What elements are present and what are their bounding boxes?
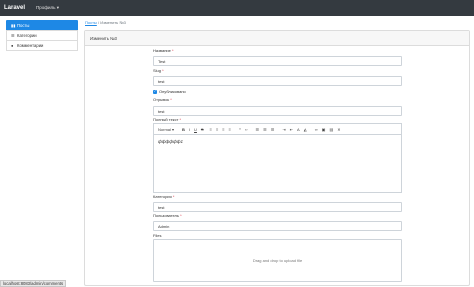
bullet-list-icon[interactable]: ☰ [256, 127, 260, 132]
user-select[interactable]: Admin [153, 221, 402, 231]
editor-toolbar: Normal ▾ B I U S ≡ ≡ ≡ ≡ " ‹› ☰ ☰ ☰ ⇥ ⇤ … [153, 123, 402, 135]
image-icon[interactable]: ▣ [322, 127, 326, 132]
category-select[interactable]: test [153, 202, 402, 212]
brand-logo[interactable]: Laravel [4, 5, 25, 11]
content-label: Полный текст * [153, 117, 182, 122]
top-navbar: Laravel Профиль ▾ [0, 0, 474, 16]
align-right-icon[interactable]: ≡ [222, 127, 224, 132]
category-label: Категория * [153, 194, 175, 199]
excerpt-input[interactable]: test [153, 106, 402, 116]
align-left-icon[interactable]: ≡ [210, 127, 212, 132]
italic-icon[interactable]: I [189, 127, 190, 132]
sidebar-item-label: Комментарии [17, 43, 44, 48]
sidebar-item-label: Посты [17, 23, 30, 28]
files-label: Files [153, 233, 162, 238]
list-icon: ☰ [11, 33, 15, 38]
user-label: Пользователь * [153, 213, 182, 218]
clean-format-icon[interactable]: ✕ [337, 127, 340, 132]
breadcrumb: Посты / Изменить №3 [85, 20, 126, 25]
breadcrumb-separator: / [97, 20, 100, 25]
status-url-bar: localhost:8083/admin/comments [0, 280, 67, 287]
code-icon[interactable]: ‹› [245, 127, 248, 132]
published-checkbox[interactable]: ✓ [153, 89, 157, 94]
breadcrumb-current: Изменить №3 [100, 20, 126, 25]
sidebar-item-comments[interactable]: ● Комментарии [6, 40, 78, 51]
dropzone-text: Drag and drop to upload file [252, 258, 303, 263]
content-editor[interactable]: фффффф1 [153, 135, 402, 193]
quote-icon[interactable]: " [239, 127, 241, 132]
slug-label: Slug * [153, 68, 164, 73]
breadcrumb-link-posts[interactable]: Посты [85, 20, 97, 25]
card-header: Изменить №3 [85, 31, 469, 46]
indent-icon[interactable]: ⇥ [282, 127, 285, 132]
title-input[interactable]: Test [153, 56, 402, 66]
book-icon: ▮▮ [11, 23, 16, 28]
sidebar: ▮▮ Посты ☰ Категории ● Комментарии [6, 20, 78, 51]
profile-dropdown[interactable]: Профиль ▾ [36, 5, 59, 11]
strike-icon[interactable]: S [201, 127, 204, 132]
title-label: Название * [153, 48, 174, 53]
align-justify-icon[interactable]: ≡ [229, 127, 231, 132]
text-color-icon[interactable]: A [297, 127, 300, 132]
checklist-icon[interactable]: ☰ [271, 127, 275, 132]
excerpt-label: Отрывок * [153, 97, 172, 102]
bold-icon[interactable]: B [182, 127, 185, 132]
user-icon: ● [11, 43, 14, 48]
slug-input[interactable]: test [153, 76, 402, 86]
heading-select[interactable]: Normal ▾ [158, 127, 174, 132]
ordered-list-icon[interactable]: ☰ [263, 127, 267, 132]
align-center-icon[interactable]: ≡ [216, 127, 218, 132]
file-dropzone[interactable]: Drag and drop to upload file [153, 239, 402, 282]
link-icon[interactable]: ∞ [315, 127, 318, 132]
outdent-icon[interactable]: ⇤ [290, 127, 293, 132]
sidebar-item-label: Категории [17, 33, 37, 38]
video-icon[interactable]: ▤ [329, 127, 333, 132]
published-label: Опубликовано [159, 89, 186, 94]
published-checkbox-row[interactable]: ✓ Опубликовано [153, 89, 186, 94]
underline-icon[interactable]: U [194, 127, 197, 132]
background-color-icon[interactable]: ◭ [304, 127, 307, 132]
